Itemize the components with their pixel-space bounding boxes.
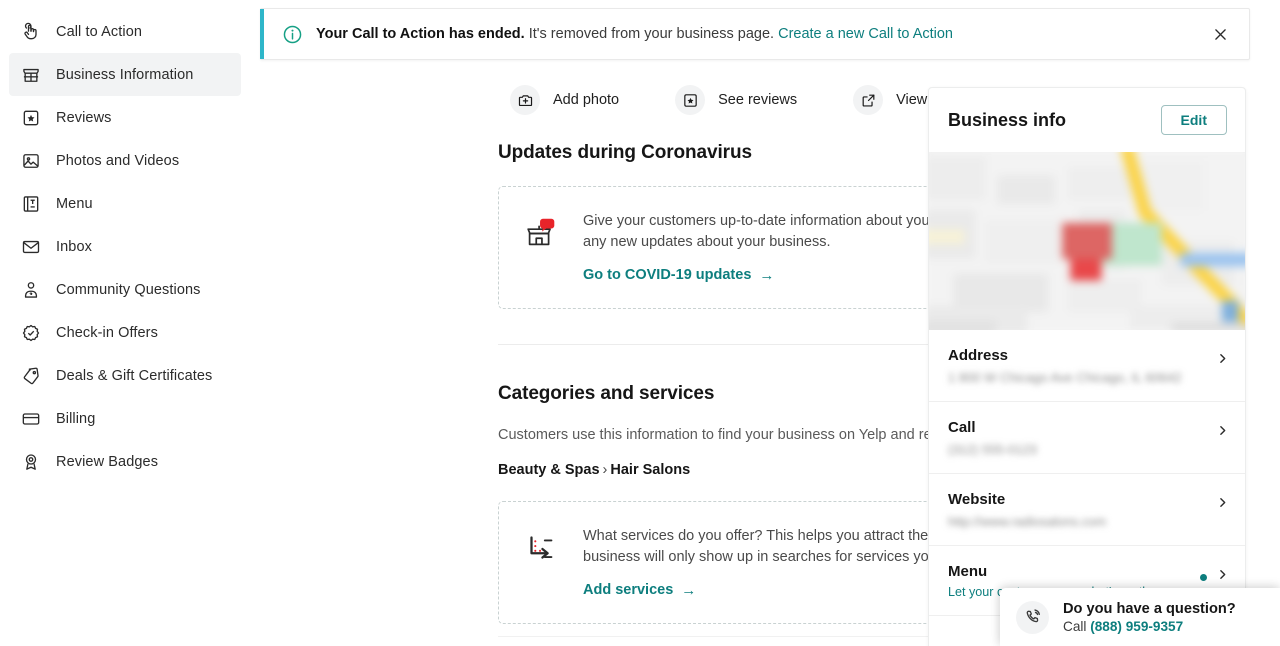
sidebar-item-reviews[interactable]: Reviews	[9, 96, 241, 139]
sidebar-item-inbox[interactable]: Inbox	[9, 225, 241, 268]
row-value: (312) 555-0123	[948, 442, 1037, 457]
chevron-right-icon	[1216, 496, 1229, 514]
panel-header: Business info Edit	[929, 88, 1245, 152]
chevron-right-icon	[1216, 424, 1229, 442]
sidebar-item-menu[interactable]: Menu	[9, 182, 241, 225]
sidebar-item-label: Billing	[56, 410, 96, 427]
credit-card-icon	[20, 408, 42, 430]
external-link-icon	[853, 85, 884, 115]
breadcrumb-parent: Beauty & Spas	[498, 462, 600, 479]
business-info-row-call[interactable]: Call (312) 555-0123	[929, 401, 1245, 473]
sidebar-item-label: Photos and Videos	[56, 152, 180, 169]
chevron-right-icon	[1216, 568, 1229, 586]
sidebar-item-business-information[interactable]: Business Information	[9, 53, 241, 96]
sidebar-item-label: Call to Action	[56, 23, 143, 40]
sidebar-item-label: Business Information	[56, 66, 194, 83]
widget-text: Do you have a question? Call (888) 959-9…	[1063, 601, 1236, 634]
row-value: http://www.radiosalons.com	[948, 514, 1107, 529]
info-circle-icon	[282, 24, 303, 45]
link-label: Go to COVID-19 updates	[583, 267, 752, 284]
support-call-widget[interactable]: Do you have a question? Call (888) 959-9…	[1000, 588, 1280, 646]
chevron-right-icon	[1216, 352, 1229, 370]
go-to-covid-updates-link[interactable]: Go to COVID-19 updates →	[583, 267, 774, 283]
hand-pointer-icon	[20, 21, 42, 43]
arrow-right-icon: →	[681, 581, 697, 599]
row-value: 1 800 W Chicago Ave Chicago, IL 60642	[948, 370, 1182, 385]
sidebar-item-review-badges[interactable]: Review Badges	[9, 440, 241, 483]
services-arrow-icon	[521, 528, 561, 568]
add-services-link[interactable]: Add services →	[583, 582, 696, 598]
sidebar-nav: Call to Action Business Information Revi…	[0, 0, 250, 646]
person-question-icon	[20, 279, 42, 301]
add-photo-icon	[510, 85, 540, 115]
create-new-call-to-action-link[interactable]: Create a new Call to Action	[778, 26, 953, 42]
phone-ring-icon	[1016, 600, 1049, 634]
sidebar-item-deals-gift-certificates[interactable]: Deals & Gift Certificates	[9, 354, 241, 397]
page-title: Updates during Coronavirus	[498, 142, 752, 163]
link-label: Add services	[583, 582, 674, 599]
row-label: Website	[948, 491, 1006, 508]
section-title: Categories and services	[498, 383, 715, 405]
status-badge	[1200, 574, 1207, 581]
award-ribbon-icon	[20, 451, 42, 473]
business-info-row-address[interactable]: Address 1 800 W Chicago Ave Chicago, IL …	[929, 330, 1245, 401]
menu-book-icon	[20, 193, 42, 215]
star-box-icon	[675, 85, 706, 115]
call-to-action-ended-banner: Your Call to Action has ended. It's remo…	[260, 8, 1250, 60]
arrow-right-icon: →	[759, 266, 775, 284]
badge-check-icon	[20, 322, 42, 344]
sidebar-item-label: Check-in Offers	[56, 324, 158, 341]
breadcrumb-child: Hair Salons	[610, 462, 691, 479]
sidebar-item-photos-and-videos[interactable]: Photos and Videos	[9, 139, 241, 182]
panel-title: Business info	[948, 109, 1067, 130]
business-info-row-website[interactable]: Website http://www.radiosalons.com	[929, 473, 1245, 545]
sidebar-item-call-to-action[interactable]: Call to Action	[9, 10, 241, 53]
close-icon[interactable]	[1209, 23, 1231, 45]
envelope-icon	[20, 236, 42, 258]
storefront-speech-bubble-icon	[521, 213, 561, 253]
banner-accent-bar	[260, 9, 264, 59]
business-info-panel: Business info Edit Address 1 800 W Chica…	[928, 87, 1246, 646]
storefront-icon	[20, 64, 42, 86]
photo-icon	[20, 150, 42, 172]
sidebar-item-label: Inbox	[56, 238, 92, 255]
row-label: Menu	[948, 563, 988, 580]
business-location-map[interactable]	[929, 152, 1245, 330]
tag-icon	[20, 365, 42, 387]
call-prefix: Call	[1063, 618, 1087, 634]
widget-subtitle: Call (888) 959-9357	[1063, 619, 1236, 634]
see-reviews-button[interactable]: See reviews	[675, 85, 797, 115]
row-label: Call	[948, 419, 976, 436]
add-photo-button[interactable]: Add photo	[510, 85, 619, 115]
row-label: Address	[948, 347, 1009, 364]
sidebar-item-billing[interactable]: Billing	[9, 397, 241, 440]
widget-title: Do you have a question?	[1063, 600, 1236, 617]
banner-message: Your Call to Action has ended. It's remo…	[316, 25, 953, 44]
banner-strong-text: Your Call to Action has ended.	[316, 25, 525, 42]
edit-business-info-button[interactable]: Edit	[1160, 104, 1227, 136]
breadcrumb-separator: ›	[602, 462, 608, 479]
sidebar-item-check-in-offers[interactable]: Check-in Offers	[9, 311, 241, 354]
quick-action-label: See reviews	[718, 92, 798, 108]
sidebar-item-label: Community Questions	[56, 281, 201, 298]
sidebar-item-label: Deals & Gift Certificates	[56, 367, 213, 384]
quick-action-label: Add photo	[553, 92, 620, 108]
sidebar-item-community-questions[interactable]: Community Questions	[9, 268, 241, 311]
sidebar-item-label: Review Badges	[56, 453, 159, 470]
star-box-icon	[20, 107, 42, 129]
banner-normal-text: It's removed from your business page.	[528, 25, 775, 42]
sidebar-item-label: Reviews	[56, 109, 112, 126]
support-phone-number[interactable]: (888) 959-9357	[1090, 619, 1183, 634]
yelp-business-dashboard: Call to Action Business Information Revi…	[0, 0, 1280, 646]
sidebar-item-label: Menu	[56, 195, 93, 212]
